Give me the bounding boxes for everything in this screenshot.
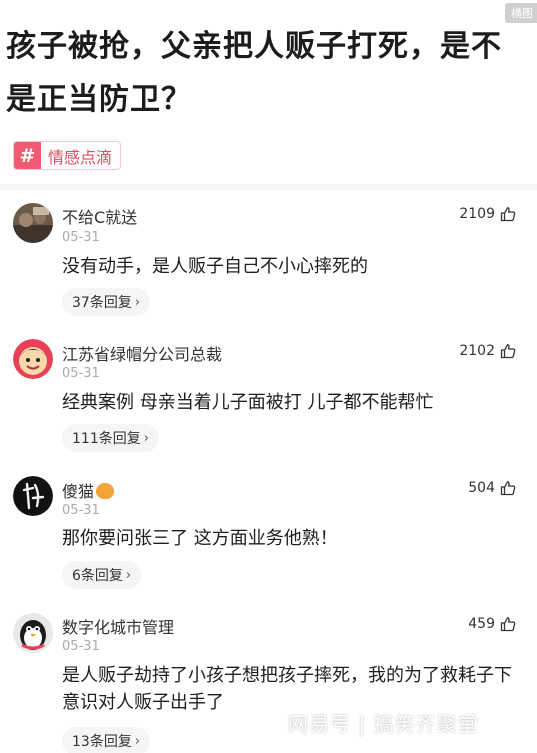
chevron-right-icon: › [134,733,141,749]
page-title: 孩子被抢，父亲把人贩子打死，是不是正当防卫？ [6,29,502,117]
comment-date: 05-31 [62,639,100,654]
calligraphy-avatar-icon [13,476,53,516]
topic-tag[interactable]: # 情感点滴 [13,141,122,170]
penguin-avatar-icon [13,613,53,653]
comment-text: 没有动手，是人贩子自己不小心摔死的 [62,256,368,277]
comment-date: 05-31 [62,503,100,518]
view-replies-button[interactable]: 6条回复 › [62,561,142,589]
like-count: 2102 [459,343,495,359]
thumbs-up-icon [500,481,516,496]
replies-count: 6条回复 [72,568,123,584]
cat-emoji-icon [96,483,115,499]
view-replies-button[interactable]: 13条回复 › [62,727,151,753]
author-name: 傻猫 [62,482,95,501]
avatar[interactable] [13,613,53,653]
comment-date: 05-31 [62,230,100,245]
replies-count: 13条回复 [72,734,132,750]
watermark: 网易号 | 搞笑齐聚堂 [288,712,479,736]
thumbs-up-icon [500,207,516,222]
hash-icon: # [14,142,41,169]
topic-label: 情感点滴 [48,147,113,167]
avatar-photo-icon [13,203,53,243]
thumbs-up-icon [500,344,516,359]
comment-text: 那你要问张三了 这方面业务他熟！ [62,528,338,549]
comment-author[interactable]: 数字化城市管理 [62,614,174,638]
chevron-right-icon: › [134,294,141,310]
comment-author[interactable]: 傻猫 [62,478,115,502]
view-replies-button[interactable]: 111条回复 › [62,424,159,452]
comment-date: 05-31 [62,366,100,381]
chevron-right-icon: › [143,430,149,446]
avatar[interactable] [13,203,53,243]
like-button[interactable]: 2109 [459,206,516,222]
comment-text: 经典案例 母亲当着儿子面被打 儿子都不能帮忙 [62,392,434,413]
chevron-right-icon: › [125,567,132,583]
view-replies-button[interactable]: 37条回复 › [62,288,151,316]
thumbs-up-icon [500,617,516,632]
like-count: 504 [468,480,495,496]
section-divider [0,184,537,190]
replies-count: 111条回复 [72,431,141,447]
avatar[interactable] [13,339,53,379]
replies-count: 37条回复 [72,295,132,311]
like-button[interactable]: 2102 [459,343,516,359]
cartoon-face-avatar-icon [13,339,53,379]
like-button[interactable]: 459 [468,616,516,632]
avatar[interactable] [13,476,53,516]
like-button[interactable]: 504 [468,480,516,496]
comment-author[interactable]: 不给C就送 [62,204,137,228]
like-count: 2109 [459,206,495,222]
like-count: 459 [468,616,495,632]
comment-author[interactable]: 江苏省绿帽分公司总裁 [62,341,222,365]
